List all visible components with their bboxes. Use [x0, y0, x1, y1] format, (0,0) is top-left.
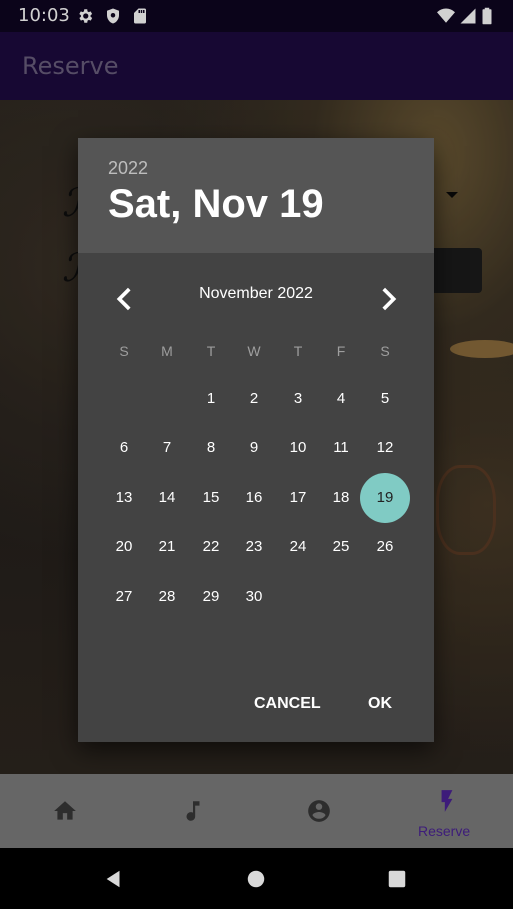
back-icon[interactable] — [103, 868, 125, 890]
wifi-icon — [437, 8, 455, 23]
settings-icon — [79, 9, 93, 23]
calendar-day[interactable]: 25 — [316, 522, 366, 572]
calendar-day[interactable]: 7 — [142, 423, 192, 473]
calendar-day[interactable]: 26 — [360, 522, 410, 572]
weekday-label: S — [119, 343, 129, 359]
cancel-button[interactable]: CANCEL — [254, 695, 321, 713]
status-bar: 10:03 — [0, 0, 513, 32]
signal-icon — [460, 8, 476, 24]
calendar-day[interactable]: 30 — [229, 572, 279, 622]
recents-icon[interactable] — [386, 868, 408, 890]
app-bar: Reserve — [0, 32, 513, 100]
nav-reserve-label[interactable]: Reserve — [418, 823, 470, 839]
calendar-day[interactable]: 23 — [229, 522, 279, 572]
calendar-day[interactable]: 12 — [360, 423, 410, 473]
background-drum — [436, 465, 496, 555]
home-circle-icon[interactable] — [245, 868, 267, 890]
date-picker-dialog: 2022 Sat, Nov 19 November 2022 S M T W T… — [78, 138, 434, 742]
header-year[interactable]: 2022 — [108, 158, 148, 179]
date-picker-header: 2022 Sat, Nov 19 — [78, 138, 434, 253]
background-dropdown-caret-icon — [446, 192, 458, 198]
weekday-label: T — [206, 343, 216, 359]
weekday-label: W — [247, 343, 261, 359]
shield-icon — [107, 8, 119, 24]
calendar-day[interactable]: 21 — [142, 522, 192, 572]
calendar-day[interactable]: 11 — [316, 423, 366, 473]
header-selected-date[interactable]: Sat, Nov 19 — [108, 182, 324, 227]
sd-card-icon — [134, 8, 146, 24]
ok-button[interactable]: OK — [368, 695, 392, 713]
weekday-label: T — [293, 343, 303, 359]
battery-icon — [482, 7, 492, 25]
home-icon[interactable] — [52, 798, 78, 824]
weekday-label: F — [336, 343, 346, 359]
chevron-right-icon[interactable] — [371, 282, 405, 316]
calendar-day[interactable]: 4 — [316, 374, 366, 424]
status-time: 10:03 — [18, 5, 70, 26]
calendar-day[interactable]: 16 — [229, 473, 279, 523]
calendar-day[interactable]: 2 — [229, 374, 279, 424]
calendar-day[interactable]: 5 — [360, 374, 410, 424]
background-cymbal — [450, 340, 513, 358]
calendar-day-selected[interactable]: 19 — [360, 473, 410, 523]
bottom-navigation: Reserve — [0, 774, 513, 848]
music-note-icon[interactable] — [180, 798, 206, 824]
calendar-day[interactable]: 14 — [142, 473, 192, 523]
calendar-day[interactable]: 28 — [142, 572, 192, 622]
weekday-label: M — [161, 343, 173, 359]
account-icon[interactable] — [306, 798, 332, 824]
app-title: Reserve — [22, 52, 119, 80]
flash-icon[interactable] — [434, 788, 460, 814]
weekday-label: S — [380, 343, 390, 359]
calendar-day[interactable]: 18 — [316, 473, 366, 523]
system-navigation-bar — [0, 848, 513, 909]
calendar-day[interactable]: 9 — [229, 423, 279, 473]
